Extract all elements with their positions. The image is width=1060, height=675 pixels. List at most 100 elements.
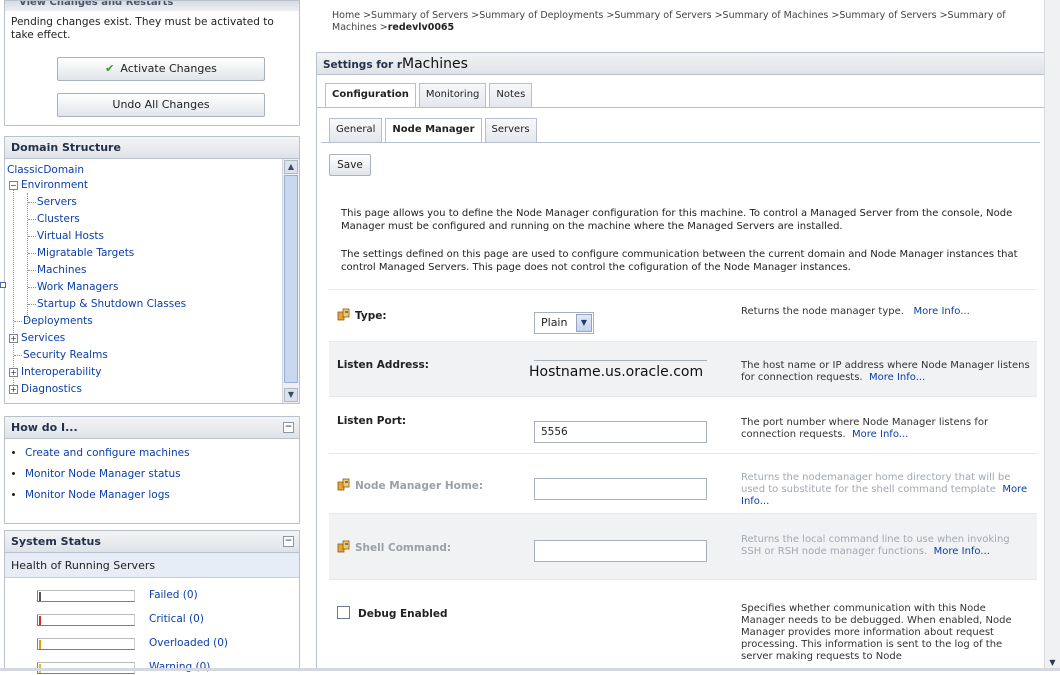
health-subtitle: Health of Running Servers	[5, 553, 299, 578]
tree-connector	[28, 253, 36, 254]
tree-item-deployments[interactable]: Deployments	[23, 314, 93, 328]
shell-command-label-text: Shell Command:	[355, 542, 452, 554]
health-link-warning[interactable]: Warning (0)	[149, 661, 210, 673]
tree-connector	[28, 287, 36, 288]
tab-divider	[317, 107, 1044, 108]
secondary-tabs: General Node Manager Servers	[329, 118, 540, 143]
collapse-toggle-icon[interactable]: −	[9, 181, 18, 190]
checkmark-icon: ✔	[105, 62, 115, 75]
change-center-title: View Changes and Restarts	[5, 1, 299, 11]
collapse-icon[interactable]: −	[283, 536, 294, 547]
tree-item-security-realms[interactable]: Security Realms	[23, 348, 108, 362]
scroll-down-arrow-icon[interactable]: ▼	[284, 388, 298, 402]
undo-all-changes-button[interactable]: Undo All Changes	[57, 93, 265, 117]
left-sidebar: View Changes and Restarts Pending change…	[0, 0, 300, 674]
settings-title: Settings for rMachines	[317, 53, 1044, 75]
shell-command-input[interactable]	[534, 540, 707, 562]
health-link-critical[interactable]: Critical (0)	[149, 613, 204, 625]
health-link-failed[interactable]: Failed (0)	[149, 589, 198, 601]
system-status-panel: System Status − Health of Running Server…	[4, 530, 300, 674]
health-bar	[37, 614, 135, 626]
type-label-text: Type:	[355, 310, 387, 322]
change-center-panel: View Changes and Restarts Pending change…	[4, 0, 300, 126]
system-status-title: System Status −	[5, 531, 299, 553]
how-do-i-title: How do I... −	[5, 417, 299, 439]
health-bar-mark	[39, 616, 41, 625]
tab-node-manager[interactable]: Node Manager	[385, 118, 482, 143]
settings-panel: Settings for rMachines Configuration Mon…	[316, 52, 1045, 671]
health-bar-mark	[39, 640, 41, 649]
tab-general[interactable]: General	[329, 118, 383, 142]
field-row-listen-port: Listen Port: 5556 The port number where …	[329, 396, 1037, 453]
tree-item-servers[interactable]: Servers	[37, 195, 77, 209]
expand-toggle-icon[interactable]: +	[9, 368, 18, 377]
health-row-critical: Critical (0)	[37, 613, 297, 627]
shell-command-label: Shell Command:	[337, 540, 451, 554]
splitter-handle[interactable]	[0, 282, 6, 288]
main-content: Home >Summary of Servers >Summary of Dep…	[312, 0, 1045, 671]
listen-address-label: Listen Address:	[337, 359, 429, 371]
domain-tree: ClassicDomain − Environment Servers Clus…	[5, 159, 281, 403]
type-help: Returns the node manager type. More Info…	[741, 306, 1031, 318]
link-create-configure-machines[interactable]: Create and configure machines	[25, 447, 190, 459]
listen-address-input[interactable]: Hostname.us.oracle.com	[529, 364, 703, 380]
type-label: Type:	[337, 308, 387, 322]
more-info-link[interactable]: More Info...	[852, 429, 908, 440]
health-link-overloaded[interactable]: Overloaded (0)	[149, 637, 228, 649]
listen-address-field-edge	[534, 360, 707, 361]
subtab-divider	[321, 142, 1040, 143]
more-info-link[interactable]: More Info...	[914, 306, 970, 317]
page-description: This page allows you to define the Node …	[341, 208, 1013, 232]
pending-changes-message: Pending changes exist. They must be acti…	[11, 16, 274, 41]
tree-item-virtual-hosts[interactable]: Virtual Hosts	[37, 229, 104, 243]
tab-servers[interactable]: Servers	[484, 118, 537, 142]
tab-notes[interactable]: Notes	[489, 83, 533, 107]
tab-configuration[interactable]: Configuration	[325, 83, 416, 108]
cluster-icon	[337, 540, 350, 553]
shell-command-help: Returns the local command line to use wh…	[741, 534, 1031, 558]
tree-item-interoperability[interactable]: Interoperability	[21, 365, 101, 379]
link-monitor-nm-status[interactable]: Monitor Node Manager status	[25, 468, 181, 480]
tree-item-clusters[interactable]: Clusters	[37, 212, 80, 226]
scroll-up-arrow-icon[interactable]: ▲	[284, 160, 298, 174]
tree-item-diagnostics[interactable]: Diagnostics	[21, 382, 82, 396]
tree-item-startup-shutdown[interactable]: Startup & Shutdown Classes	[37, 297, 186, 311]
breadcrumb: Home >Summary of Servers >Summary of Dep…	[332, 10, 1012, 34]
tree-item-environment[interactable]: Environment	[21, 178, 88, 192]
activate-changes-button[interactable]: ✔ Activate Changes	[57, 57, 265, 81]
tree-item-work-managers[interactable]: Work Managers	[37, 280, 118, 294]
page-description-2: The settings defined on this page are us…	[341, 249, 1018, 273]
more-info-link[interactable]: More Info...	[934, 546, 990, 557]
tree-item-migratable-targets[interactable]: Migratable Targets	[37, 246, 134, 260]
tree-item-machines[interactable]: Machines	[37, 263, 86, 277]
settings-title-prefix: Settings for r	[323, 59, 403, 71]
save-button[interactable]: Save	[329, 154, 371, 176]
expand-toggle-icon[interactable]: +	[9, 334, 18, 343]
expand-toggle-icon[interactable]: +	[9, 385, 18, 394]
type-help-text: Returns the node manager type.	[741, 306, 904, 317]
collapse-icon[interactable]: −	[283, 422, 294, 433]
tab-monitoring[interactable]: Monitoring	[418, 83, 487, 107]
more-info-link[interactable]: More Info...	[869, 372, 925, 383]
tree-connector	[28, 270, 36, 271]
nm-home-input[interactable]	[534, 478, 707, 500]
field-row-nm-home: Node Manager Home: Returns the nodemanag…	[329, 453, 1037, 513]
tree-item-classicdomain[interactable]: ClassicDomain	[7, 163, 84, 177]
debug-enabled-checkbox[interactable]	[337, 606, 350, 619]
field-row-type: Type: Plain ▼ Returns the node manager t…	[329, 289, 1037, 341]
debug-help: Specifies whether communication with thi…	[741, 603, 1012, 662]
page-scrollbar[interactable]: ▼	[1044, 0, 1060, 671]
tree-line	[27, 193, 28, 321]
nm-home-label-text: Node Manager Home:	[355, 480, 484, 492]
listen-address-help: The host name or IP address where Node M…	[741, 360, 1031, 384]
scrollbar-thumb[interactable]	[284, 175, 298, 383]
list-item: Create and configure machines	[25, 447, 299, 459]
link-monitor-nm-logs[interactable]: Monitor Node Manager logs	[25, 489, 170, 501]
type-select[interactable]: Plain ▼	[534, 312, 594, 334]
tree-item-services[interactable]: Services	[21, 331, 65, 345]
tree-scrollbar[interactable]: ▲ ▼	[282, 159, 299, 403]
chevron-down-icon[interactable]: ▼	[576, 314, 592, 332]
listen-port-input[interactable]: 5556	[534, 421, 707, 443]
how-do-i-title-text: How do I...	[11, 421, 78, 434]
field-row-listen-address: Listen Address: Hostname.us.oracle.com T…	[329, 341, 1037, 396]
